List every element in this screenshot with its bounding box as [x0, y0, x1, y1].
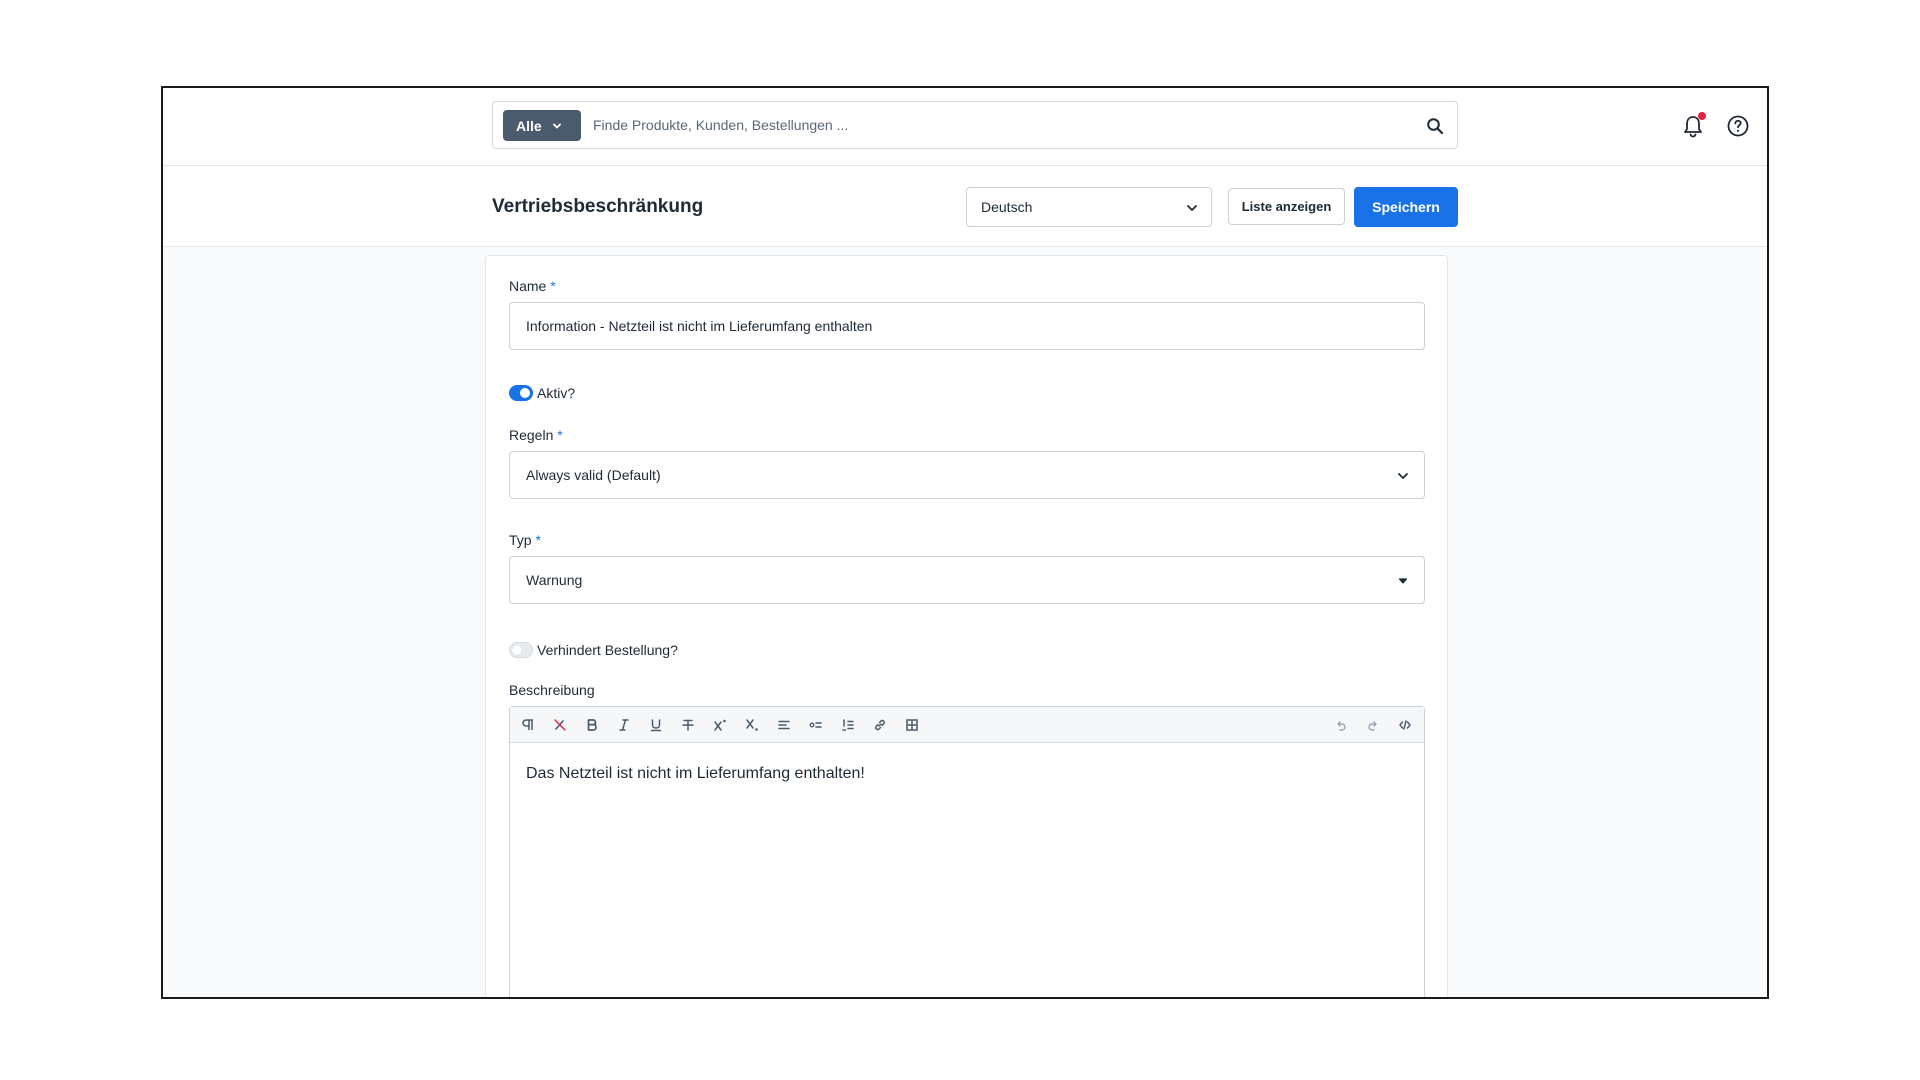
strikethrough-icon [682, 719, 694, 731]
help-icon [1727, 115, 1749, 137]
italic-icon [619, 719, 629, 731]
subscript-icon [746, 719, 758, 731]
redo-icon [1368, 721, 1377, 731]
superscript-icon [714, 719, 726, 731]
required-mark: * [557, 427, 563, 443]
page-header: Vertriebsbeschränkung Deutsch Liste anze… [163, 167, 1767, 247]
underline-icon [650, 719, 662, 732]
notification-badge [1698, 112, 1706, 120]
link-icon [875, 719, 885, 731]
form-card: Name * Information - Netzteil ist nicht … [485, 255, 1448, 997]
strikethrough-button[interactable] [678, 715, 698, 735]
rules-select[interactable]: Always valid (Default) [509, 451, 1425, 499]
undo-icon [1337, 721, 1346, 731]
chevron-down-icon [1187, 205, 1197, 211]
search-type-dropdown[interactable]: Alle [503, 110, 581, 141]
superscript-button[interactable] [710, 715, 730, 735]
rules-select-value: Always valid (Default) [526, 467, 661, 483]
unordered-list-icon [809, 722, 822, 728]
clear-format-icon [554, 719, 566, 731]
rules-label-text: Regeln [509, 427, 554, 443]
search-button[interactable] [1423, 114, 1447, 138]
toggle-knob [512, 645, 522, 655]
name-field[interactable]: Information - Netzteil ist nicht im Lief… [509, 302, 1425, 350]
active-toggle[interactable] [509, 385, 533, 401]
language-select-value: Deutsch [981, 199, 1033, 215]
page-title: Vertriebsbeschränkung [492, 196, 704, 217]
paragraph-button[interactable] [518, 715, 538, 735]
active-toggle-row: Aktiv? [509, 383, 575, 403]
table-icon [906, 719, 918, 731]
name-label: Name * [509, 278, 556, 294]
description-editor: Das Netzteil ist nicht im Lieferumfang e… [509, 706, 1425, 997]
prevent-order-toggle-row: Verhindert Bestellung? [509, 640, 678, 660]
align-icon [778, 720, 790, 730]
chevron-down-icon [552, 123, 561, 128]
table-button[interactable] [902, 715, 922, 735]
required-mark: * [550, 278, 556, 294]
type-select-value: Warnung [526, 572, 583, 588]
global-search: Alle [492, 101, 1458, 149]
prevent-order-label: Verhindert Bestellung? [537, 642, 678, 658]
ordered-list-button[interactable] [838, 715, 858, 735]
bold-button[interactable] [582, 715, 602, 735]
notifications-button[interactable] [1679, 112, 1707, 140]
toggle-knob [520, 388, 530, 398]
type-label: Typ * [509, 532, 541, 548]
caret-down-icon [1398, 578, 1408, 584]
bold-icon [587, 719, 597, 731]
active-label: Aktiv? [537, 385, 576, 401]
prevent-order-toggle[interactable] [509, 642, 533, 658]
save-button[interactable]: Speichern [1354, 187, 1458, 227]
chevron-down-icon [1398, 473, 1408, 479]
subscript-button[interactable] [742, 715, 762, 735]
show-list-button[interactable]: Liste anzeigen [1228, 188, 1345, 225]
italic-button[interactable] [614, 715, 634, 735]
description-label: Beschreibung [509, 682, 595, 698]
align-button[interactable] [774, 715, 794, 735]
code-view-icon [1399, 720, 1411, 730]
code-view-button[interactable] [1395, 715, 1415, 735]
type-select[interactable]: Warnung [509, 556, 1425, 604]
required-mark: * [535, 532, 541, 548]
name-label-text: Name [509, 278, 547, 294]
ordered-list-icon [842, 719, 854, 731]
rules-label: Regeln * [509, 427, 563, 443]
search-type-label: Alle [516, 117, 542, 134]
top-bar: Alle [163, 88, 1767, 166]
paragraph-icon [522, 719, 533, 730]
type-label-text: Typ [509, 532, 532, 548]
help-button[interactable] [1724, 112, 1752, 140]
undo-button[interactable] [1331, 715, 1351, 735]
underline-button[interactable] [646, 715, 666, 735]
unordered-list-button[interactable] [806, 715, 826, 735]
clear-format-button[interactable] [550, 715, 570, 735]
language-select[interactable]: Deutsch [966, 187, 1212, 227]
editor-content[interactable]: Das Netzteil ist nicht im Lieferumfang e… [526, 765, 865, 783]
editor-toolbar [510, 707, 1424, 743]
redo-button[interactable] [1363, 715, 1383, 735]
link-button[interactable] [870, 715, 890, 735]
name-field-value: Information - Netzteil ist nicht im Lief… [526, 318, 873, 334]
search-icon [1427, 118, 1444, 135]
app-window: Alle Vertriebsbeschränkung Deutsch Liste… [161, 86, 1769, 999]
search-input[interactable] [593, 102, 1393, 148]
